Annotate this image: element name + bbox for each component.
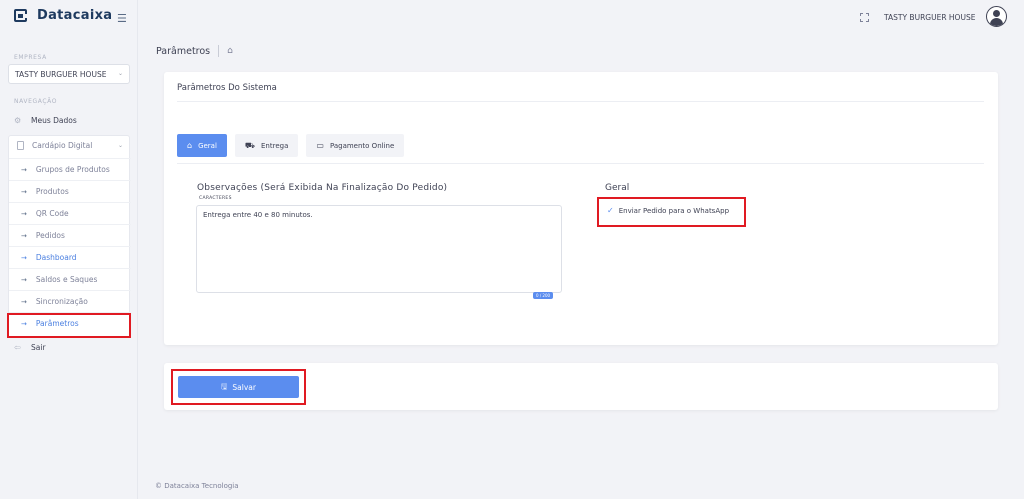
sidebar-item-saldos-e-saques[interactable]: → Saldos e Saques: [9, 268, 131, 290]
topbar: TASTY BURGUER HOUSE: [138, 0, 1024, 37]
tab-label: Entrega: [261, 141, 289, 150]
arrow-right-icon: →: [21, 275, 27, 284]
sidebar-item-sincronizacao[interactable]: → Sincronização: [9, 290, 131, 312]
nav-item-label: Meus Dados: [31, 116, 77, 125]
arrow-right-icon: →: [21, 165, 27, 174]
user-avatar-icon[interactable]: [986, 6, 1007, 27]
observacoes-textarea[interactable]: Entrega entre 40 e 80 minutos.: [196, 205, 562, 293]
sidebar-item-label: QR Code: [35, 209, 69, 218]
brand[interactable]: Datacaixa: [14, 8, 112, 23]
observacoes-label: Observações (Será Exibida Na Finalização…: [197, 183, 448, 193]
sidebar-item-label: Dashboard: [35, 253, 77, 262]
highlight-box-whatsapp: [597, 197, 746, 227]
sidebar-item-label: Sincronização: [35, 297, 88, 306]
character-counter-badge: 0 / 200: [533, 292, 554, 299]
cardapio-digital-group: Cardápio Digital ⌄ → Grupos de Produtos …: [8, 135, 131, 338]
truck-icon: ⛟: [244, 140, 255, 150]
chevron-down-icon: ⌄: [117, 70, 123, 77]
hamburger-icon[interactable]: ☰: [117, 12, 127, 25]
tab-geral[interactable]: ⌂ Geral: [177, 134, 227, 157]
sidebar-item-dashboard[interactable]: → Dashboard: [9, 246, 131, 268]
nav-item-meus-dados[interactable]: ⚙ Meus Dados: [14, 116, 77, 125]
arrow-right-icon: →: [21, 231, 27, 240]
sidebar: Datacaixa ☰ EMPRESA TASTY BURGUER HOUSE …: [0, 0, 138, 499]
fullscreen-icon[interactable]: [860, 13, 869, 22]
highlight-box-save: [171, 369, 306, 405]
arrow-right-icon: →: [21, 297, 27, 306]
topbar-company-name: TASTY BURGUER HOUSE: [884, 13, 976, 22]
sidebar-item-produtos[interactable]: → Produtos: [9, 180, 131, 202]
credit-card-icon: ▭: [316, 141, 324, 150]
cardapio-digital-header[interactable]: Cardápio Digital ⌄: [17, 141, 123, 150]
tab-label: Pagamento Online: [329, 141, 395, 150]
arrow-right-icon: →: [21, 253, 27, 262]
breadcrumb-divider: [218, 45, 220, 57]
nav-item-sair[interactable]: ⇦ Sair: [14, 343, 46, 352]
card-divider: [177, 101, 984, 102]
tab-pagamento-online[interactable]: ▭ Pagamento Online: [306, 134, 405, 157]
breadcrumb: Parâmetros ⌂: [156, 45, 233, 57]
sidebar-item-label: Saldos e Saques: [35, 275, 98, 284]
home-icon: ⌂: [187, 141, 193, 150]
tablet-icon: [17, 141, 24, 150]
company-section-label: EMPRESA: [14, 54, 47, 61]
tab-label: Geral: [198, 141, 217, 150]
tab-divider: [177, 163, 984, 164]
gear-icon: ⚙: [14, 116, 22, 125]
tab-entrega[interactable]: ⛟ Entrega: [234, 134, 299, 157]
company-select[interactable]: TASTY BURGUER HOUSE ⌄: [8, 64, 130, 84]
tabs: ⌂ Geral ⛟ Entrega ▭ Pagamento Online: [177, 134, 405, 157]
sidebar-item-label: Pedidos: [35, 231, 65, 240]
footer: © Datacaixa Tecnologia: [155, 482, 239, 490]
company-select-value: TASTY BURGUER HOUSE: [15, 70, 107, 79]
observacoes-sublabel: CARACTERES: [199, 196, 232, 201]
nav-section-label: NAVEGAÇÃO: [14, 98, 58, 105]
cardapio-digital-label: Cardápio Digital: [32, 141, 93, 150]
brand-name: Datacaixa: [37, 8, 113, 23]
highlight-box-parametros: [7, 313, 131, 338]
arrow-right-icon: →: [21, 187, 27, 196]
page-title: Parâmetros: [156, 45, 211, 57]
datacaixa-logo-icon: [14, 9, 27, 22]
home-icon[interactable]: ⌂: [227, 46, 233, 56]
geral-section-title: Geral: [605, 183, 630, 193]
chevron-down-icon: ⌄: [117, 142, 123, 149]
card-title: Parâmetros Do Sistema: [177, 83, 277, 93]
sidebar-item-pedidos[interactable]: → Pedidos: [9, 224, 131, 246]
sidebar-item-grupos-de-produtos[interactable]: → Grupos de Produtos: [9, 158, 131, 180]
logout-icon: ⇦: [14, 343, 21, 352]
parameters-card: Parâmetros Do Sistema ⌂ Geral ⛟ Entrega …: [164, 72, 998, 345]
sidebar-item-qr-code[interactable]: → QR Code: [9, 202, 131, 224]
sidebar-item-label: Grupos de Produtos: [35, 165, 110, 174]
arrow-right-icon: →: [21, 209, 27, 218]
sidebar-item-label: Produtos: [35, 187, 69, 196]
nav-item-label: Sair: [31, 343, 46, 352]
